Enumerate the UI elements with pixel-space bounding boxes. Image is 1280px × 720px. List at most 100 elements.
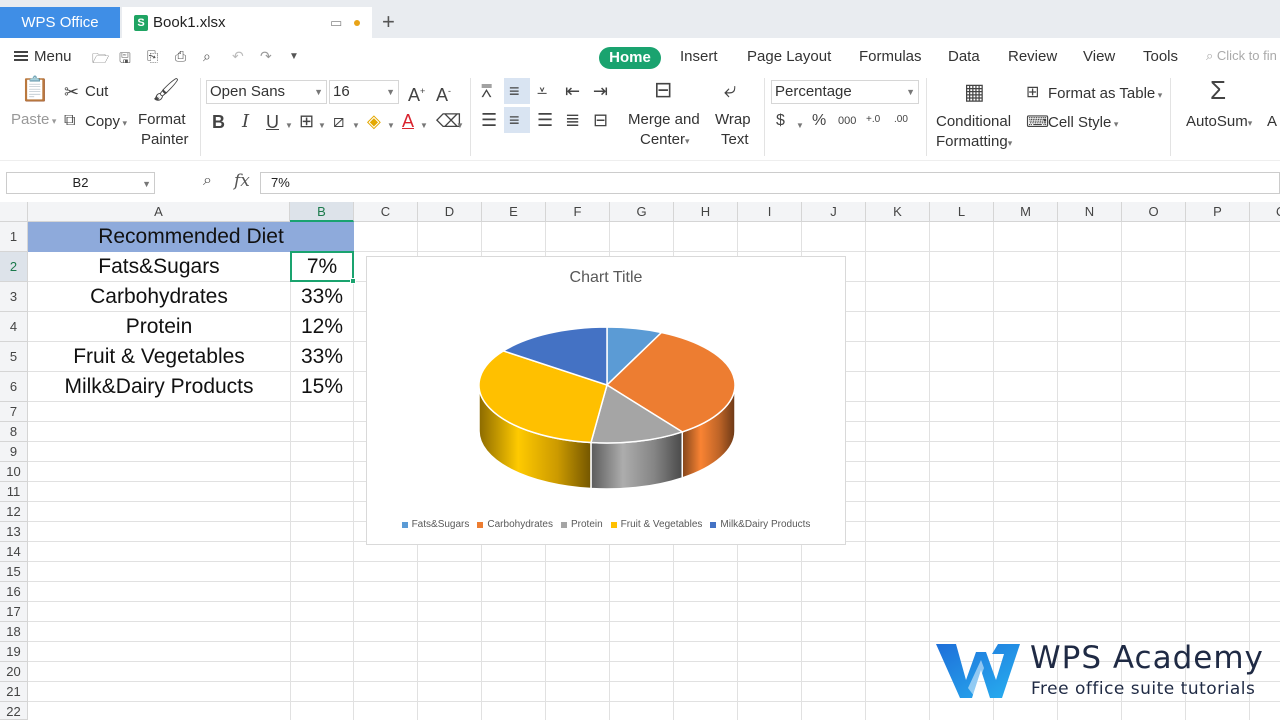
undo-icon[interactable]: ↶ xyxy=(232,48,244,65)
column-header-F[interactable]: F xyxy=(546,202,610,222)
chevron-down-icon[interactable]: ▼ xyxy=(420,116,428,136)
cut-button[interactable]: Cut xyxy=(85,83,108,100)
cell-style-button[interactable]: Cell Style ▾ xyxy=(1048,114,1118,131)
align-middle-icon[interactable]: ≡ xyxy=(509,81,520,101)
increase-indent-icon[interactable]: ⇥ xyxy=(593,81,608,101)
thousands-separator-icon[interactable]: 000 xyxy=(838,111,856,131)
open-folder-icon[interactable]: 🗁 xyxy=(92,48,109,72)
row-header-22[interactable]: 22 xyxy=(0,702,28,720)
underline-icon[interactable]: U xyxy=(266,112,279,132)
truncated-ribbon-label[interactable]: A xyxy=(1267,113,1277,130)
copy-icon[interactable]: ⧉ xyxy=(64,111,75,131)
wrap-text-label-1[interactable]: Wrap xyxy=(715,111,751,128)
distributed-align-icon[interactable]: ⊟ xyxy=(593,110,608,130)
chevron-down-icon[interactable]: ▼ xyxy=(796,116,804,136)
tab-home[interactable]: Home xyxy=(599,47,661,69)
row-header-12[interactable]: 12 xyxy=(0,502,28,522)
cell-B5[interactable]: 33% xyxy=(290,342,354,372)
format-painter-icon[interactable]: 🖌 xyxy=(152,79,180,101)
font-color-icon[interactable]: A xyxy=(402,111,414,131)
legend-item-protein[interactable]: Protein xyxy=(560,519,603,530)
row-header-11[interactable]: 11 xyxy=(0,482,28,502)
tab-data[interactable]: Data xyxy=(948,40,980,72)
tab-tools[interactable]: Tools xyxy=(1143,40,1178,72)
chevron-down-icon[interactable]: ▼ xyxy=(285,116,293,136)
merge-center-icon[interactable]: ⊟ xyxy=(654,79,672,101)
zoom-icon[interactable]: ⌕ xyxy=(203,172,212,190)
conditional-formatting-icon[interactable]: ▦ xyxy=(964,81,985,103)
cell-B6[interactable]: 15% xyxy=(290,372,354,402)
cell-A4[interactable]: Protein xyxy=(28,312,290,342)
cell-A3[interactable]: Carbohydrates xyxy=(28,282,290,312)
border-icon[interactable]: ⊞ xyxy=(299,111,314,131)
number-format-select[interactable]: Percentage ▼ xyxy=(771,80,919,104)
tab-insert[interactable]: Insert xyxy=(680,40,718,72)
cell-A2[interactable]: Fats&Sugars xyxy=(28,252,290,282)
row-header-17[interactable]: 17 xyxy=(0,602,28,622)
cell-A1-title[interactable]: Recommended Diet xyxy=(28,222,354,252)
row-header-2[interactable]: 2 xyxy=(0,252,28,282)
column-header-L[interactable]: L xyxy=(930,202,994,222)
new-tab-button[interactable]: + xyxy=(382,6,395,37)
menu-button[interactable]: Menu xyxy=(34,40,72,72)
currency-icon[interactable]: $ xyxy=(776,111,785,131)
decrease-font-icon[interactable]: A- xyxy=(436,81,451,105)
column-header-B[interactable]: B xyxy=(290,202,354,222)
row-header-9[interactable]: 9 xyxy=(0,442,28,462)
hamburger-icon[interactable] xyxy=(14,51,28,61)
row-header-20[interactable]: 20 xyxy=(0,662,28,682)
column-header-G[interactable]: G xyxy=(610,202,674,222)
save-icon[interactable]: 🖫 xyxy=(119,48,131,72)
search-box[interactable]: ⌕ Click to fin xyxy=(1206,48,1277,64)
tab-view[interactable]: View xyxy=(1083,40,1115,72)
format-painter-label-2[interactable]: Painter xyxy=(141,131,189,148)
customize-toolbar-icon[interactable]: ▼ xyxy=(289,51,299,62)
tab-formulas[interactable]: Formulas xyxy=(859,40,922,72)
legend-item-fats-sugars[interactable]: Fats&Sugars xyxy=(401,519,469,530)
wps-office-tab[interactable]: WPS Office xyxy=(0,7,120,38)
cell-B4[interactable]: 12% xyxy=(290,312,354,342)
row-header-7[interactable]: 7 xyxy=(0,402,28,422)
decrease-decimal-icon[interactable]: .00 xyxy=(894,110,908,130)
row-header-1[interactable]: 1 xyxy=(0,222,28,252)
italic-icon[interactable]: I xyxy=(242,112,249,132)
cell-B3[interactable]: 33% xyxy=(290,282,354,312)
column-header-O[interactable]: O xyxy=(1122,202,1186,222)
export-icon[interactable]: ⎘ xyxy=(147,48,158,65)
pie-chart[interactable]: Chart Title Fats&Sugars Carbohydrates Prot… xyxy=(366,256,846,545)
cell-A5[interactable]: Fruit & Vegetables xyxy=(28,342,290,372)
column-header-K[interactable]: K xyxy=(866,202,930,222)
row-header-15[interactable]: 15 xyxy=(0,562,28,582)
decrease-indent-icon[interactable]: ⇤ xyxy=(565,81,580,101)
wrap-text-icon[interactable]: ⤶ xyxy=(724,79,736,101)
cell-style-icon[interactable]: ⌨ xyxy=(1026,113,1049,133)
column-header-N[interactable]: N xyxy=(1058,202,1122,222)
format-as-table-icon[interactable]: ⊞ xyxy=(1026,83,1039,103)
row-header-8[interactable]: 8 xyxy=(0,422,28,442)
pie-chart-canvas[interactable] xyxy=(367,257,845,544)
row-header-6[interactable]: 6 xyxy=(0,372,28,402)
format-as-table-button[interactable]: Format as Table ▾ xyxy=(1048,85,1162,102)
row-header-3[interactable]: 3 xyxy=(0,282,28,312)
row-header-10[interactable]: 10 xyxy=(0,462,28,482)
font-name-select[interactable]: Open Sans ▼ xyxy=(206,80,327,104)
justify-icon[interactable]: ≣ xyxy=(565,110,580,130)
select-all-corner[interactable] xyxy=(0,202,28,222)
row-header-19[interactable]: 19 xyxy=(0,642,28,662)
tab-page-layout[interactable]: Page Layout xyxy=(747,40,831,72)
chevron-down-icon[interactable]: ▼ xyxy=(318,116,326,136)
row-header-14[interactable]: 14 xyxy=(0,542,28,562)
align-right-icon[interactable]: ☰ xyxy=(537,110,553,130)
autosum-button[interactable]: AutoSum▾ xyxy=(1186,113,1252,130)
legend-item-milk-dairy-products[interactable]: Milk&Dairy Products xyxy=(710,519,810,530)
name-box[interactable]: B2 ▼ xyxy=(6,172,155,194)
row-header-5[interactable]: 5 xyxy=(0,342,28,372)
tab-review[interactable]: Review xyxy=(1008,40,1057,72)
column-header-I[interactable]: I xyxy=(738,202,802,222)
row-header-18[interactable]: 18 xyxy=(0,622,28,642)
row-header-4[interactable]: 4 xyxy=(0,312,28,342)
column-header-D[interactable]: D xyxy=(418,202,482,222)
increase-decimal-icon[interactable]: +.0 xyxy=(866,110,880,130)
row-header-21[interactable]: 21 xyxy=(0,682,28,702)
paste-icon[interactable]: 📋 xyxy=(20,78,50,102)
